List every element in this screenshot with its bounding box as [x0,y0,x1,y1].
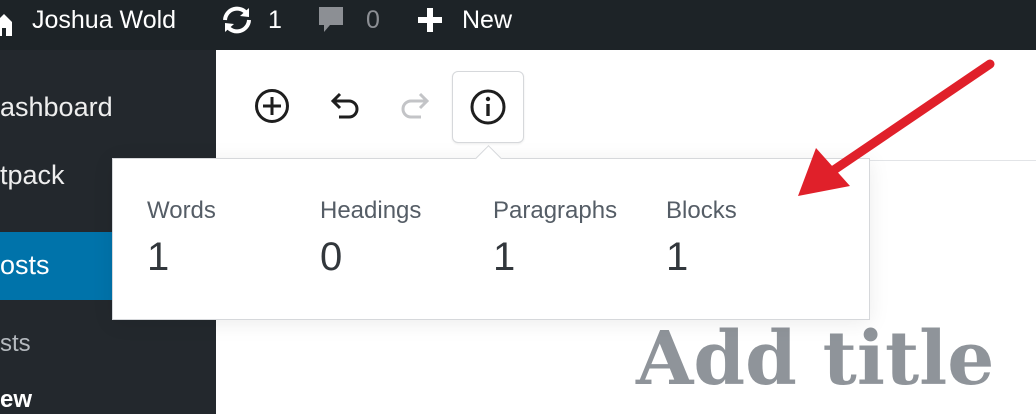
sidebar-item-label: ashboard [0,92,113,122]
comment-bubble-icon [316,4,346,36]
new-content-link[interactable]: New [416,0,512,40]
site-name-link[interactable]: Joshua Wold [32,0,176,40]
undo-icon [325,87,363,125]
post-title-input[interactable]: Add title [636,322,994,396]
updates-count: 1 [268,5,282,34]
updates-link[interactable]: 1 [220,0,282,40]
stat-words: Words 1 [147,197,216,280]
sidebar-subitem-add-new[interactable]: ew [0,386,32,414]
sidebar-item-jetpack[interactable]: tpack [0,160,65,191]
info-icon [468,87,508,127]
stat-value: 1 [666,235,689,279]
redo-button[interactable] [396,86,436,126]
stat-paragraphs: Paragraphs 1 [493,197,617,280]
home-icon[interactable] [0,4,16,44]
comments-link[interactable]: 0 [316,0,380,40]
add-block-button[interactable] [252,86,292,126]
sidebar-subitem-all-posts[interactable]: sts [0,330,31,358]
sidebar-item-label: tpack [0,160,65,190]
stat-value: 1 [493,235,516,279]
sidebar-item-label: ew [0,386,33,413]
site-name: Joshua Wold [32,5,177,34]
new-label: New [462,5,513,34]
content-structure-popover: Words 1 Headings 0 Paragraphs 1 Blocks 1 [112,145,870,320]
stat-label: Blocks [666,197,737,224]
refresh-icon [220,5,254,35]
stat-label: Words [147,197,216,224]
stat-value: 0 [320,235,343,279]
comments-count: 0 [366,5,380,34]
undo-button[interactable] [324,86,364,126]
redo-icon [397,87,435,125]
stat-headings: Headings 0 [320,197,421,280]
plus-icon [416,6,444,34]
stat-blocks: Blocks 1 [666,197,737,280]
stat-value: 1 [147,235,170,279]
stat-label: Headings [320,197,422,224]
content-structure-button[interactable] [452,71,524,143]
plus-circle-icon [253,87,291,125]
stat-label: Paragraphs [493,197,618,224]
admin-bar: Joshua Wold 1 0 New [0,0,1036,50]
sidebar-item-label: osts [0,250,50,280]
sidebar-item-dashboard[interactable]: ashboard [0,92,113,123]
annotation-arrow-icon [780,50,1010,215]
sidebar-item-label: sts [0,330,31,357]
